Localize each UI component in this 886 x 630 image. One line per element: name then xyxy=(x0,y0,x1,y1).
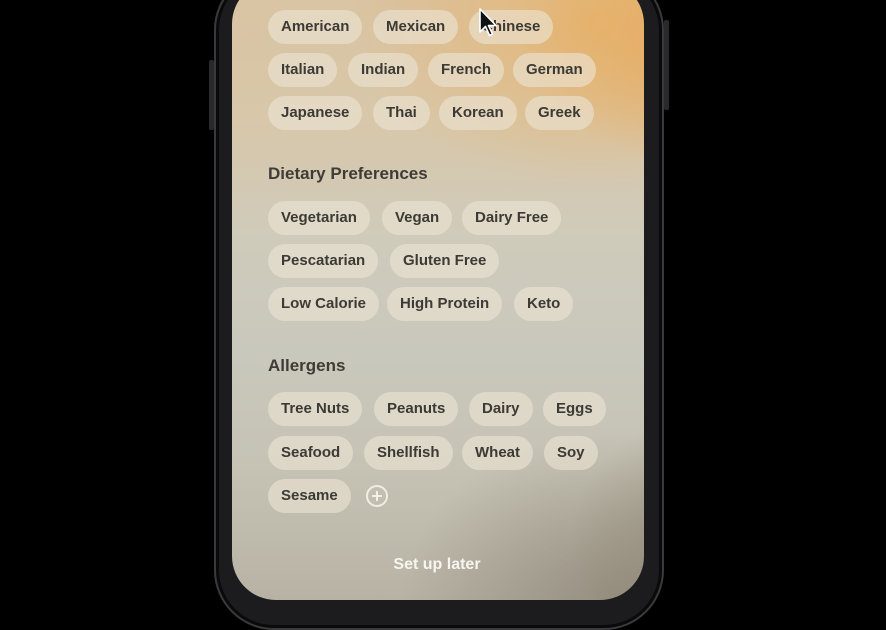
setup-later-button[interactable]: Set up later xyxy=(380,556,494,574)
chip-allergen[interactable]: Seafood xyxy=(268,436,354,470)
chip-cuisine[interactable]: Thai xyxy=(373,96,430,130)
section-title-dietary: Dietary Preferences xyxy=(268,164,428,183)
chip-allergen[interactable]: Sesame xyxy=(268,479,351,513)
chip-cuisine[interactable]: Korean xyxy=(439,96,517,130)
chip-cuisine[interactable]: Japanese xyxy=(268,96,363,130)
plus-circle-icon[interactable] xyxy=(366,485,388,507)
chip-dietary[interactable]: Pescatarian xyxy=(268,244,379,278)
chip-allergen[interactable]: Tree Nuts xyxy=(268,392,363,426)
chip-dietary[interactable]: Keto xyxy=(514,287,574,321)
phone-side-button xyxy=(664,20,669,110)
chip-allergen[interactable]: Peanuts xyxy=(374,392,459,426)
mouse-pointer-icon xyxy=(479,8,497,37)
chip-allergen[interactable]: Shellfish xyxy=(364,436,453,470)
chip-dietary[interactable]: High Protein xyxy=(387,287,503,321)
phone-side-button xyxy=(209,60,214,130)
chip-allergen[interactable]: Wheat xyxy=(462,436,533,470)
chip-cuisine[interactable]: American xyxy=(268,10,363,44)
chip-dietary[interactable]: Dairy Free xyxy=(462,201,562,235)
chip-dietary[interactable]: Low Calorie xyxy=(268,287,380,321)
chip-cuisine[interactable]: Mexican xyxy=(373,10,459,44)
chip-allergen[interactable]: Eggs xyxy=(543,392,606,426)
chip-dietary[interactable]: Vegetarian xyxy=(268,201,370,235)
chip-cuisine[interactable]: Greek xyxy=(525,96,594,130)
chip-cuisine[interactable]: Italian xyxy=(268,53,338,87)
chip-dietary[interactable]: Gluten Free xyxy=(390,244,500,278)
section-title-allergens: Allergens xyxy=(268,356,346,375)
chip-dietary[interactable]: Vegan xyxy=(382,201,453,235)
chip-allergen[interactable]: Soy xyxy=(544,436,598,470)
chip-cuisine[interactable]: German xyxy=(513,53,596,87)
chip-cuisine[interactable]: French xyxy=(428,53,505,87)
chip-cuisine[interactable]: Indian xyxy=(348,53,419,87)
chip-allergen[interactable]: Dairy xyxy=(469,392,533,426)
